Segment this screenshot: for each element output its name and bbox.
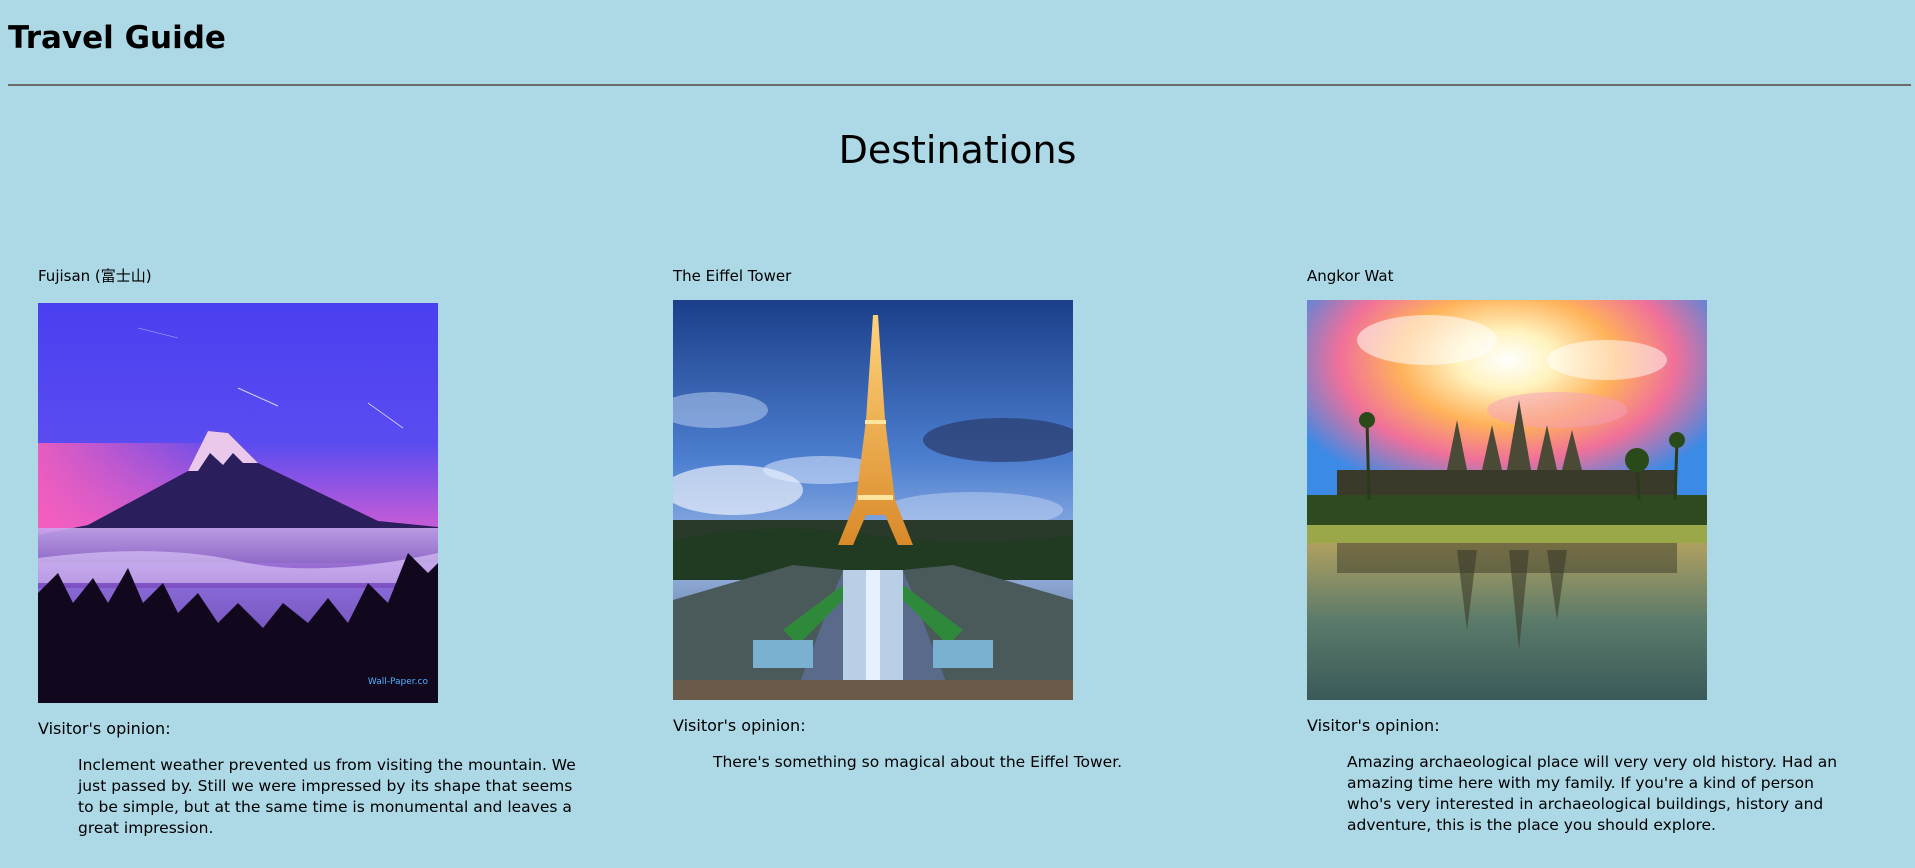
destination-name: The Eiffel Tower bbox=[673, 267, 792, 285]
destination-name: Fujisan (富士山) bbox=[38, 267, 152, 285]
mount-fuji-photo: Wall-Paper.co bbox=[38, 303, 438, 703]
photo-watermark: Wall-Paper.co bbox=[367, 677, 428, 687]
site-title: Travel Guide bbox=[8, 20, 226, 56]
opinion-label: Visitor's opinion: bbox=[1307, 716, 1440, 735]
opinion-text: Inclement weather prevented us from visi… bbox=[78, 756, 576, 837]
destination-card-fujisan: Fujisan (富士山) Wall-Paper.co Visitor's op… bbox=[38, 266, 638, 839]
eiffel-tower-photo bbox=[673, 300, 1073, 700]
destination-card-eiffel-tower: The Eiffel Tower Visitor's opinion: Ther… bbox=[673, 266, 1273, 773]
destination-card-angkor-wat: Angkor Wat Visitor's opinion: Amazing ar… bbox=[1307, 266, 1867, 836]
opinion-text: There's something so magical about the E… bbox=[713, 753, 1123, 771]
opinion-label: Visitor's opinion: bbox=[38, 719, 171, 738]
opinion-label: Visitor's opinion: bbox=[673, 716, 806, 735]
section-title: Destinations bbox=[838, 128, 1077, 172]
angkor-wat-photo bbox=[1307, 300, 1707, 700]
opinion-text: Amazing archaeological place will very v… bbox=[1347, 753, 1838, 834]
destination-name: Angkor Wat bbox=[1307, 267, 1394, 285]
header-divider bbox=[8, 84, 1911, 86]
